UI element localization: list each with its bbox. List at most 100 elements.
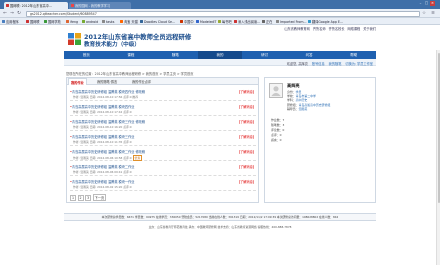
assignment-title-link[interactable]: •青岛高属高中历史研修组 温腾英 模块二作业 bbox=[70, 164, 134, 169]
assignment-title: 青岛高属高中历史研修组 温腾英 模块三作业 bbox=[72, 135, 135, 139]
reload-icon[interactable]: ↻ bbox=[16, 11, 22, 17]
url-input[interactable]: gs2012.qtteacher.com/Student/60889547 bbox=[26, 11, 420, 17]
bookmark-icon bbox=[196, 20, 199, 23]
star-icon[interactable]: ☆ bbox=[421, 11, 427, 17]
field-label: 辅导员： bbox=[287, 107, 299, 111]
list-item: •青岛高属高中历史研修组 温腾英 模块三作业 【了解消息】作者: 温腾英 日期: … bbox=[70, 132, 256, 146]
status-link[interactable]: 【了解消息】 bbox=[237, 89, 256, 94]
bookmark-item[interactable]: 国网学苑 bbox=[44, 19, 61, 24]
assignment-title-link[interactable]: •青岛高属高中历史研修组 温腾英 模块三作业 修改稿 bbox=[70, 119, 145, 124]
maximize-icon[interactable]: □ bbox=[424, 1, 429, 6]
bookmark-item[interactable]: ModeledIT bbox=[196, 19, 216, 24]
page-link[interactable]: 3 bbox=[85, 195, 91, 201]
status-link[interactable]: 【了解消息】 bbox=[237, 149, 256, 154]
assignment-title: 青岛高属高中历史研修组 温腾英 模块一作业 bbox=[72, 180, 135, 184]
browser-tab-active[interactable]: 国网联: 2012年山东省高中... bbox=[4, 2, 68, 10]
top-link[interactable]: 关于我们 bbox=[363, 26, 376, 31]
profile-name: 高辉亮 bbox=[287, 83, 300, 89]
bookmark-label: 每书吧 bbox=[222, 19, 232, 24]
bookmark-icon bbox=[308, 20, 311, 23]
meta-text: 作者: 温腾英 日期: 2012-08-06 10:58 点评:0 bbox=[73, 156, 132, 160]
meta-text: 作者: 温腾英 日期: 2012-08-10 11:35 点评:0 bbox=[73, 140, 132, 144]
welcome-text: 欢迎您, 高辉亮 bbox=[287, 61, 308, 66]
tab-my-notes[interactable]: 我的随笔·感言 bbox=[95, 78, 119, 85]
bookmark-icon bbox=[66, 20, 69, 23]
back-arrow-icon[interactable]: ← bbox=[2, 11, 8, 17]
profile-stat: 评论数：0 bbox=[271, 128, 284, 132]
bookmark-item[interactable]: 淘宝 天猫 bbox=[120, 19, 138, 24]
assignment-title-link[interactable]: •青岛高属高中历史研修组 温腾英 模块二作业 修改稿 bbox=[70, 149, 145, 154]
assignment-title-link[interactable]: •青岛高属高中历史研修组 温腾英 模块四作业 bbox=[70, 104, 134, 109]
profile-panel: 高辉亮 身份：学员学校：青岛市第二中学学科：高中历史研修组：青岛高属高中历史研修… bbox=[264, 77, 376, 203]
nav-item[interactable]: 课程 bbox=[109, 51, 154, 59]
my-notes-link[interactable]: 我的随笔 bbox=[329, 61, 342, 66]
main-nav: 首页课程随笔我的研讨问答帮助 bbox=[64, 51, 376, 59]
status-link[interactable]: 【了解消息】 bbox=[237, 119, 256, 124]
bookmark-item[interactable]: 正在 bbox=[262, 19, 272, 24]
assignments-panel: 我的作业 我的随笔·感言 我的作业点评 •青岛高属高中历史研修组 温腾英 模块四… bbox=[66, 77, 259, 203]
field-value[interactable]: 温腾英 bbox=[299, 107, 308, 111]
top-link[interactable]: 齐鲁名校长 bbox=[329, 26, 345, 31]
bookmark-item[interactable]: 深入浅出阅读... bbox=[234, 19, 260, 24]
bookmark-item[interactable]: 国网联 bbox=[26, 19, 40, 24]
nav-item[interactable]: 随笔 bbox=[153, 51, 198, 59]
nav-item[interactable]: 帮助 bbox=[331, 51, 376, 59]
site-logo-icon bbox=[68, 33, 81, 45]
bookmark-label: 国网联 bbox=[30, 19, 40, 24]
profile-stat: 点评：0 bbox=[271, 133, 282, 137]
nav-item[interactable]: 首页 bbox=[64, 51, 109, 59]
status-link[interactable]: 【了解消息】 bbox=[237, 164, 256, 169]
bookmark-item[interactable]: 每书吧 bbox=[218, 19, 232, 24]
assignment-meta: 作者: 温腾英 日期: 2012-08-06 10:58 点评:0优秀 bbox=[73, 155, 142, 161]
status-link[interactable]: 【了解消息】 bbox=[237, 104, 256, 109]
assignment-title-link[interactable]: •青岛高属高中历史研修组 温腾英 模块三作业 bbox=[70, 134, 134, 139]
meta-text: 作者: 温腾英 日期: 2012-08-10 16:20 点评:0 bbox=[73, 125, 132, 129]
meta-text: 作者: 温腾英 日期: 2012-08-10 17:56 点评:0 推荐 bbox=[73, 95, 138, 99]
assignment-title: 青岛高属高中历史研修组 温腾英 模块四作业 修改稿 bbox=[72, 90, 145, 94]
top-link[interactable]: 网络课程 bbox=[348, 26, 361, 31]
bookmark-item[interactable]: 中国中 bbox=[180, 19, 194, 24]
nav-item[interactable]: 我的 bbox=[198, 51, 243, 59]
status-link[interactable]: 【了解消息】 bbox=[237, 134, 256, 139]
bookmark-item[interactable]: 翻译Google App E... bbox=[308, 19, 343, 24]
bookmark-icon bbox=[140, 20, 143, 23]
bookmark-icon bbox=[120, 20, 123, 23]
list-item: •青岛高属高中历史研修组 温腾英 模块三作业 修改稿 【了解消息】作者: 温腾英 … bbox=[70, 117, 256, 131]
assignment-meta: 作者: 温腾英 日期: 2012-08-02 15:20 点评:0 bbox=[73, 185, 132, 189]
top-link[interactable]: 齐鲁名师 bbox=[313, 26, 326, 31]
panel-tabs: 我的作业 我的随笔·感言 我的作业点评 bbox=[67, 78, 258, 85]
forward-arrow-icon[interactable]: → bbox=[9, 11, 15, 17]
status-link[interactable]: 【了解消息】 bbox=[237, 179, 256, 184]
bookmark-label: 翻译Google App E... bbox=[312, 19, 343, 24]
browser-tab-inactive[interactable]: 我的国网 - 我的教学学习 bbox=[69, 2, 131, 10]
page-link[interactable]: 1 bbox=[70, 195, 76, 201]
assignment-title-link[interactable]: •青岛高属高中历史研修组 温腾英 模块四作业 修改稿 bbox=[70, 89, 145, 94]
nav-item[interactable]: 问答 bbox=[287, 51, 332, 59]
top-link[interactable]: 山东省教师教育网 bbox=[284, 26, 310, 31]
bookmark-item[interactable]: android bbox=[82, 19, 98, 24]
menu-icon[interactable]: ≡ bbox=[430, 11, 436, 17]
page-link[interactable]: 下一页 bbox=[93, 194, 107, 201]
browser-tab-label: 我的国网 - 我的教学学习 bbox=[75, 3, 110, 8]
bookmark-item[interactable]: ifeng bbox=[66, 19, 78, 24]
bookmark-item[interactable]: Imported From... bbox=[276, 19, 307, 24]
tab-my-assignments[interactable]: 我的作业 bbox=[68, 78, 87, 85]
bookmark-item[interactable]: Doodles Cloud Se... bbox=[140, 19, 175, 24]
site-statistics: 本次研修总学员数：6671 学员数：94975 在线学员：336050 登陆会员… bbox=[64, 213, 376, 221]
minimize-icon[interactable]: – bbox=[418, 1, 423, 6]
avatar-icon bbox=[269, 83, 283, 98]
nav-item[interactable]: 研讨 bbox=[242, 51, 287, 59]
page-link[interactable]: 2 bbox=[78, 195, 84, 201]
user-info-bar: 欢迎您, 高辉亮 账号信息 我的随笔 切换为: 学员工作室 bbox=[64, 59, 376, 66]
account-info-link[interactable]: 账号信息 bbox=[312, 61, 325, 66]
meta-text: 作者: 温腾英 日期: 2012-08-06 09:41 点评:0 bbox=[73, 170, 132, 174]
bookmark-item[interactable]: tasks bbox=[102, 19, 114, 24]
bookmark-item[interactable]: 应用程序 bbox=[2, 19, 19, 24]
bookmarks-bar: 应用程序 国网联国网学苑 ifeng android tasks 淘宝 天猫Doodles… bbox=[0, 18, 440, 25]
vertical-scrollbar[interactable] bbox=[436, 50, 440, 265]
bookmark-label: Imported From... bbox=[280, 20, 307, 24]
close-window-icon[interactable]: × bbox=[430, 1, 435, 6]
switch-role-link[interactable]: 切换为: 学员工作室 bbox=[345, 61, 373, 66]
assignment-title-link[interactable]: •青岛高属高中历史研修组 温腾英 模块一作业 bbox=[70, 179, 134, 184]
tab-assignment-reviews[interactable]: 我的作业点评 bbox=[130, 78, 153, 85]
